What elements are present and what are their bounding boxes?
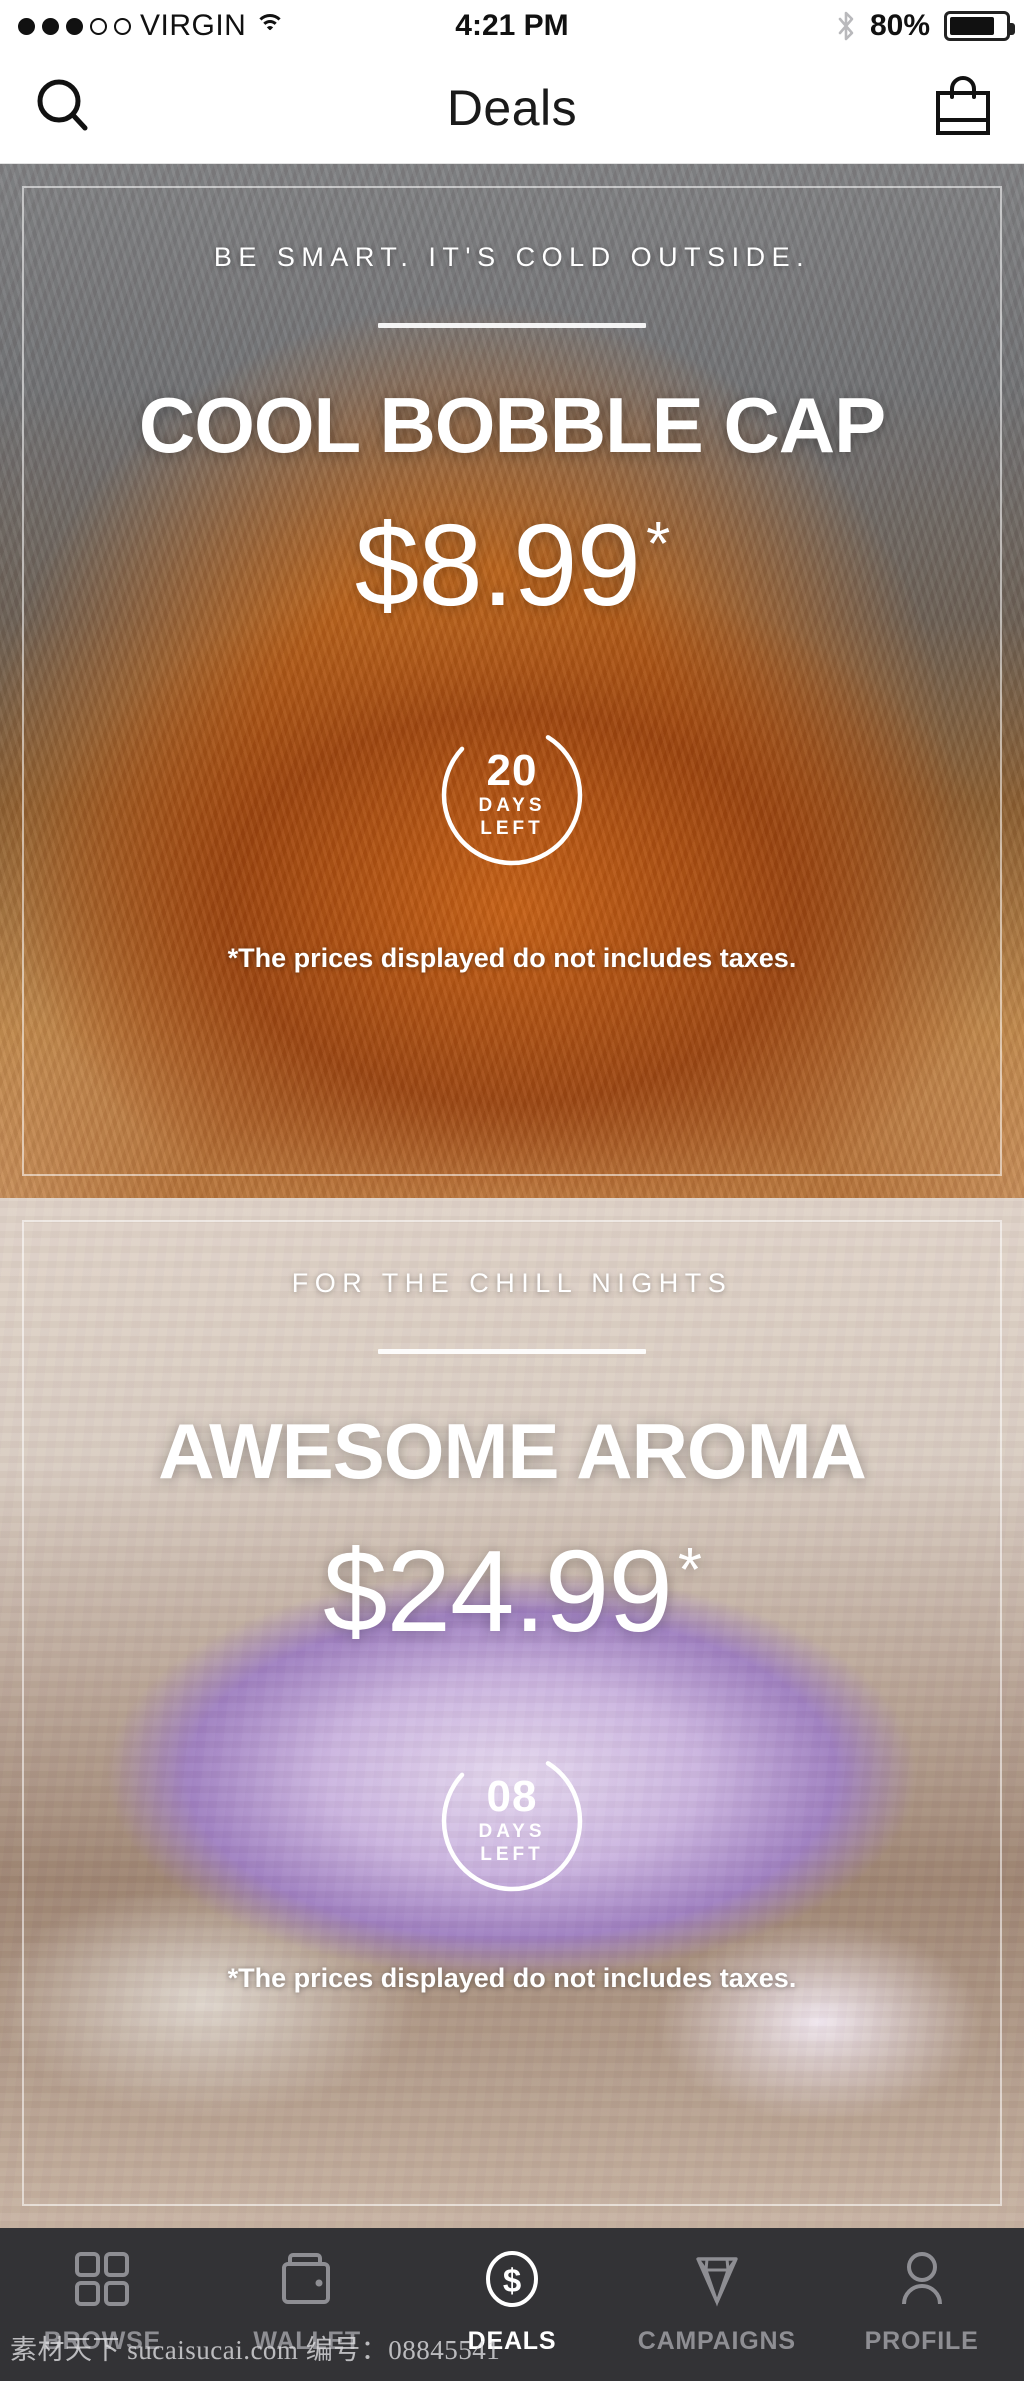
battery-icon — [944, 11, 1015, 41]
wallet-icon — [278, 2250, 336, 2313]
countdown-left-word: LEFT — [480, 1844, 544, 1866]
deal-title: COOL BOBBLE CAP — [138, 381, 886, 469]
countdown-left-word: LEFT — [480, 818, 544, 840]
tab-label-deals: DEALS — [467, 2327, 557, 2355]
svg-text:$: $ — [503, 2262, 521, 2299]
person-icon — [893, 2250, 951, 2313]
deal-kicker: FOR THE CHILL NIGHTS — [291, 1268, 733, 1298]
tab-wallet[interactable]: WALLET — [205, 2228, 410, 2381]
deals-list: BE SMART. IT'S COLD OUTSIDE. COOL BOBBLE… — [0, 164, 1024, 2228]
deal-card-cool-bobble-cap[interactable]: BE SMART. IT'S COLD OUTSIDE. COOL BOBBLE… — [0, 164, 1024, 1198]
deal-title: AWESOME AROMA — [158, 1407, 867, 1495]
deal-divider-rule — [378, 323, 646, 328]
tab-label-wallet: WALLET — [253, 2327, 361, 2355]
status-bar-right: 80% — [836, 0, 1015, 52]
page-title: Deals — [446, 80, 578, 136]
deal-countdown-ring: 20 DAYS LEFT — [438, 721, 586, 869]
bluetooth-icon — [836, 11, 856, 41]
deal-footnote: *The prices displayed do not includes ta… — [227, 943, 797, 973]
dollar-circle-icon: $ — [483, 2250, 541, 2313]
countdown-text: 20 DAYS LEFT — [438, 721, 586, 869]
nav-bar: Deals — [0, 52, 1024, 164]
deal-card-awesome-aroma[interactable]: FOR THE CHILL NIGHTS AWESOME AROMA $24.9… — [0, 1198, 1024, 2228]
grid-icon — [73, 2250, 131, 2313]
tab-browse[interactable]: BROWSE — [0, 2228, 205, 2381]
countdown-days-number: 08 — [486, 1772, 538, 1822]
deal-divider-rule — [378, 1349, 646, 1354]
tab-profile[interactable]: PROFILE — [819, 2228, 1024, 2381]
tab-bar: BROWSE WALLET $ DEALS CAMPAIGNS PROFILE — [0, 2228, 1024, 2381]
countdown-days-word: DAYS — [478, 795, 546, 817]
deal-footnote: *The prices displayed do not includes ta… — [227, 1963, 797, 1993]
shopping-bag-icon — [934, 75, 992, 142]
tab-label-profile: PROFILE — [864, 2327, 979, 2355]
deal-price-amount: $24.99 — [323, 1526, 673, 1656]
app-root: VIRGIN 4:21 PM 80% Deals BE SMART. IT'S … — [0, 0, 1024, 2381]
deal-price: $8.99* — [355, 507, 670, 623]
tab-label-browse: BROWSE — [43, 2327, 162, 2355]
deal-kicker: BE SMART. IT'S COLD OUTSIDE. — [213, 242, 811, 272]
tab-label-campaigns: CAMPAIGNS — [637, 2327, 796, 2355]
countdown-days-word: DAYS — [478, 1821, 546, 1843]
deal-card-content: FOR THE CHILL NIGHTS AWESOME AROMA $24.9… — [0, 1198, 1024, 2228]
deal-price-asterisk: * — [646, 510, 670, 580]
deal-card-content: BE SMART. IT'S COLD OUTSIDE. COOL BOBBLE… — [0, 164, 1024, 1198]
status-bar: VIRGIN 4:21 PM 80% — [0, 0, 1024, 52]
tab-campaigns[interactable]: CAMPAIGNS — [614, 2228, 819, 2381]
countdown-days-number: 20 — [486, 746, 538, 796]
countdown-text: 08 DAYS LEFT — [438, 1747, 586, 1895]
shopping-bag-button[interactable] — [918, 52, 1008, 164]
deal-price-asterisk: * — [677, 1536, 702, 1606]
deal-countdown-ring: 08 DAYS LEFT — [438, 1747, 586, 1895]
battery-percent-label: 80% — [869, 9, 930, 42]
deal-price: $24.99* — [323, 1533, 702, 1649]
diamond-icon — [688, 2250, 746, 2313]
tab-deals[interactable]: $ DEALS — [410, 2228, 615, 2381]
deal-price-amount: $8.99 — [354, 500, 641, 630]
